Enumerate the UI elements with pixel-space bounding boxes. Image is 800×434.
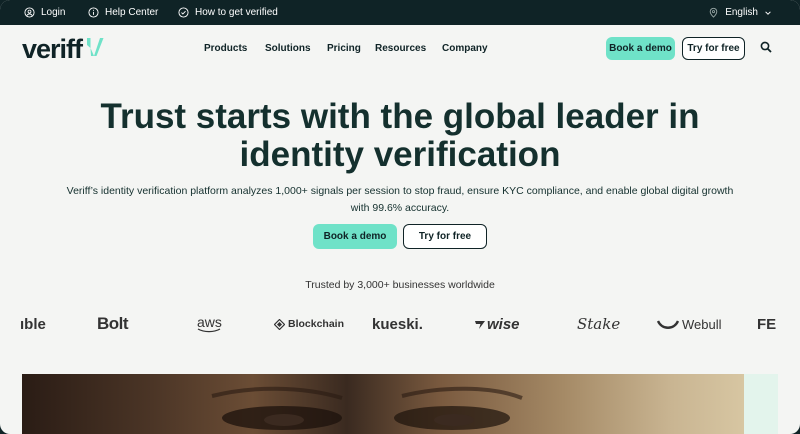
language-label: English — [725, 7, 758, 18]
how-to-verify-link[interactable]: How to get verified — [178, 0, 278, 25]
logo-partial-right: FE — [757, 315, 777, 333]
logo-wise-text: wise — [487, 315, 520, 333]
logo-wise: wise — [474, 312, 520, 336]
logo-blockchain: Blockchain — [274, 312, 344, 336]
info-icon — [88, 7, 99, 18]
customer-logos: ıble Bolt aws Blockchain kueski. wise St… — [0, 312, 800, 336]
how-to-verify-label: How to get verified — [195, 7, 278, 18]
logo-webull: Webull — [657, 312, 722, 336]
hero-subtitle: Veriff’s identity verification platform … — [60, 183, 740, 217]
chevron-down-icon — [765, 10, 771, 15]
hero-try-free-button[interactable]: Try for free — [403, 224, 487, 249]
hero-title: Trust starts with the global leader in i… — [0, 98, 800, 174]
hero-title-line2: identity verification — [239, 135, 561, 174]
hero-title-line1: Trust starts with the global leader in — [100, 97, 700, 136]
logo-kueski: kueski. — [372, 315, 423, 333]
veriff-logo[interactable]: veriff — [22, 35, 105, 63]
search-icon[interactable] — [760, 41, 772, 53]
nav-item-solutions[interactable]: Solutions — [265, 43, 311, 54]
login-label: Login — [41, 7, 66, 18]
aws-smile-icon — [198, 327, 221, 332]
help-center-link[interactable]: Help Center — [88, 0, 158, 25]
logo-mark-icon — [87, 38, 104, 56]
side-accent-panel — [744, 374, 778, 434]
browser-frame: Login Help Center How to get verified En… — [0, 0, 800, 434]
nav-item-pricing[interactable]: Pricing — [327, 43, 361, 54]
wise-flag-icon — [475, 321, 485, 329]
nav-item-company[interactable]: Company — [442, 43, 488, 54]
main-navigation: veriff Products Solutions Pricing Resour… — [0, 25, 800, 75]
user-circle-icon — [24, 7, 35, 18]
logo-stake: Stake — [577, 315, 621, 333]
nav-item-products[interactable]: Products — [204, 43, 247, 54]
hero-subtitle-line1: Veriff’s identity verification platform … — [66, 185, 734, 197]
location-pin-icon — [709, 7, 718, 18]
face-photo-illustration — [211, 386, 523, 430]
logo-aws-text: aws — [197, 313, 222, 330]
help-center-label: Help Center — [105, 7, 159, 18]
hero-subtitle-line2: with 99.6% accuracy. — [350, 202, 450, 214]
login-link[interactable]: Login — [24, 0, 65, 25]
nav-item-resources[interactable]: Resources — [375, 43, 426, 54]
logo-aws: aws — [197, 312, 222, 336]
nav-try-free-button[interactable]: Try for free — [682, 37, 745, 60]
logo-partial-left: ıble — [20, 315, 46, 333]
trusted-by-text: Trusted by 3,000+ businesses worldwide — [305, 279, 495, 291]
logo-wordmark: veriff — [22, 34, 83, 64]
hero-book-demo-button[interactable]: Book a demo — [313, 224, 397, 249]
webull-wave-icon — [657, 320, 679, 329]
hero-photo — [22, 374, 744, 434]
blockchain-diamond-icon — [274, 318, 285, 330]
utility-bar: Login Help Center How to get verified En… — [0, 0, 800, 25]
check-circle-icon — [178, 7, 189, 18]
logo-webull-text: Webull — [682, 316, 722, 332]
logo-bolt: Bolt — [97, 314, 129, 333]
language-selector[interactable]: English — [708, 0, 772, 25]
logo-blockchain-text: Blockchain — [288, 318, 345, 330]
nav-book-demo-button[interactable]: Book a demo — [606, 37, 675, 60]
